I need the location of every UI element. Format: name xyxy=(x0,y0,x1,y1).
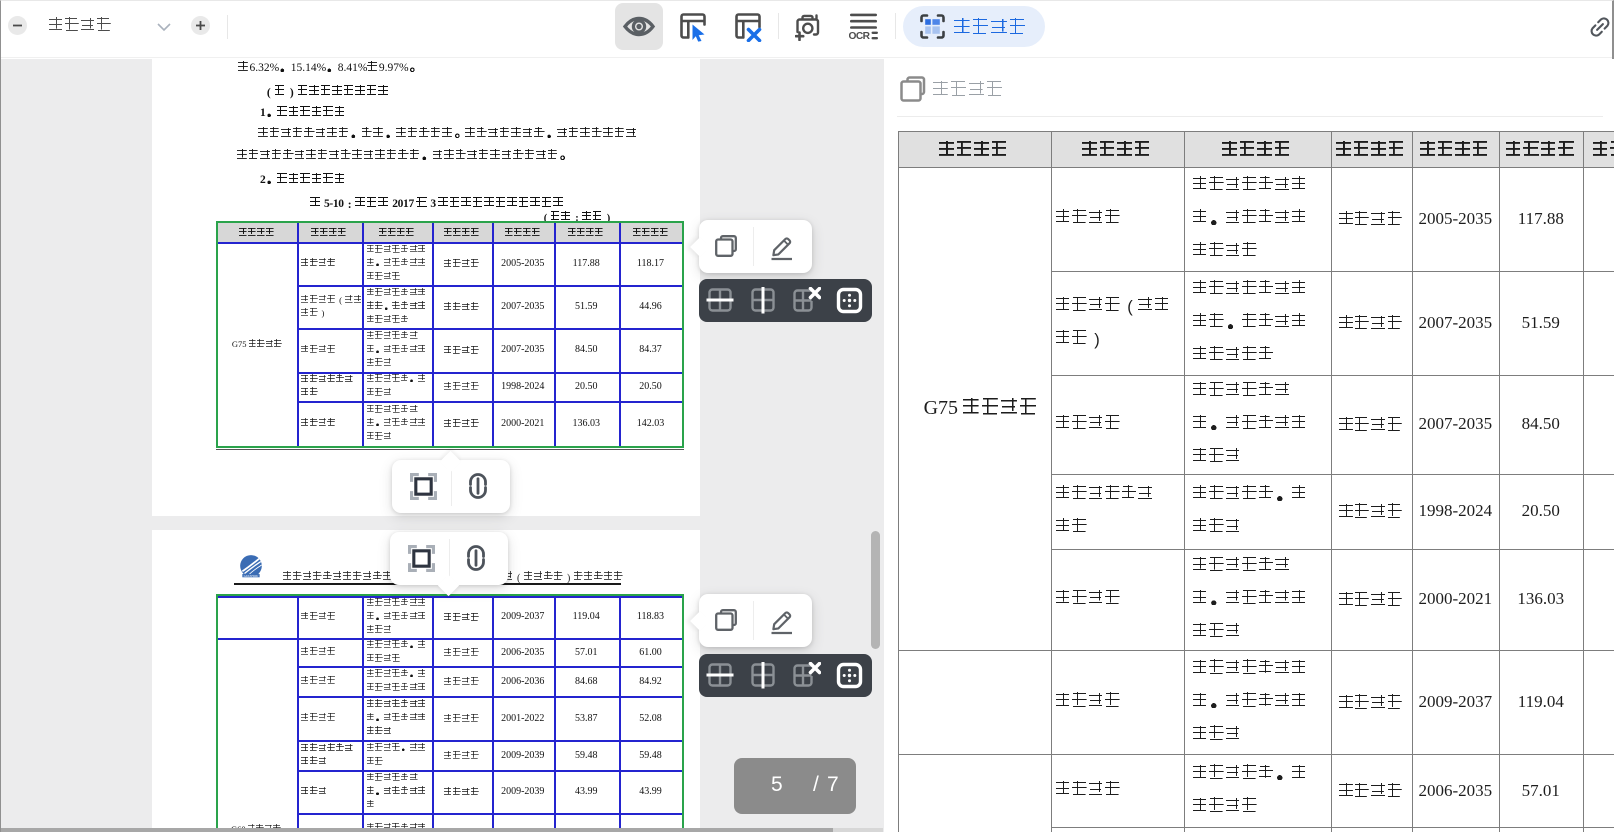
svg-text:OCR: OCR xyxy=(849,31,871,41)
svg-text:GUIZHOU: GUIZHOU xyxy=(244,574,259,578)
